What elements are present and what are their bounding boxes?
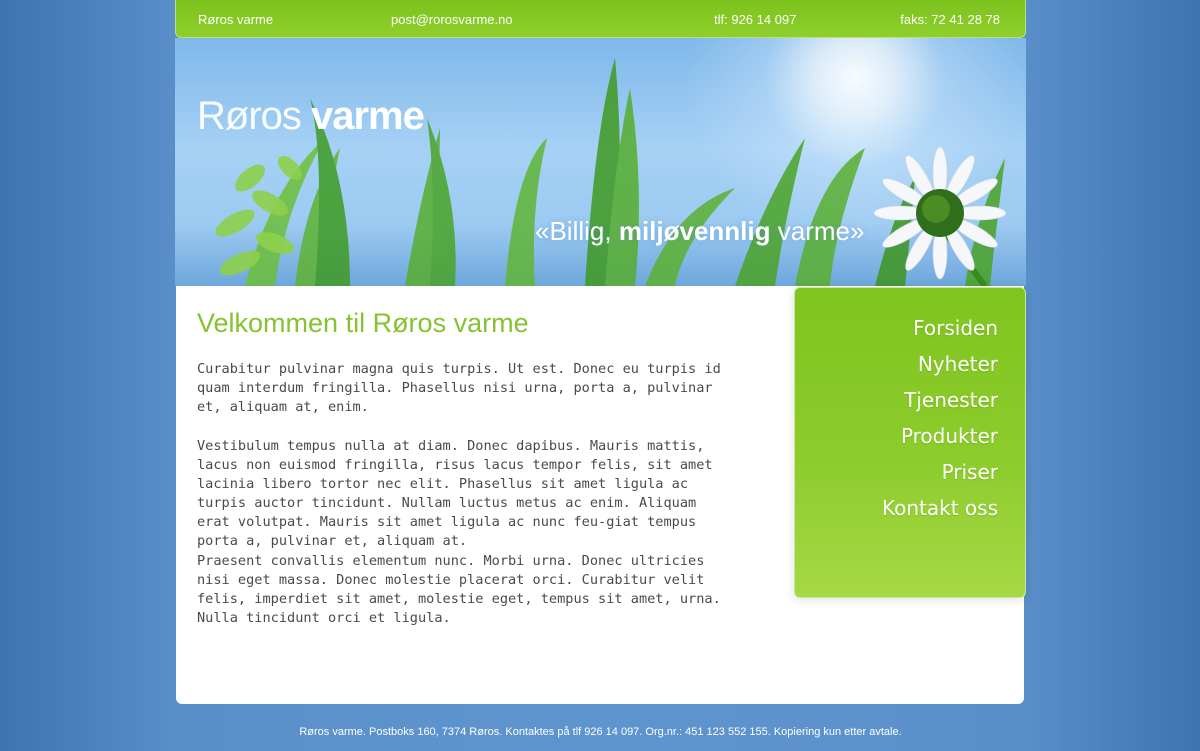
nav-item-priser[interactable]: Priser [942,460,998,484]
logo-text-light: Røros [197,94,311,138]
nav-item-forsiden[interactable]: Forsiden [913,316,998,340]
tagline-end: varme» [770,216,865,246]
fax-number: faks: 72 41 28 78 [900,12,1000,27]
contact-bar: Røros varme post@rorosvarme.no tlf: 926 … [175,0,1026,38]
nav-item-kontakt-oss[interactable]: Kontakt oss [882,496,998,520]
paragraph-3: Praesent convallis elementum nunc. Morbi… [197,553,721,626]
paragraph-2: Vestibulum tempus nulla at diam. Donec d… [197,438,713,549]
footer-text: Røros varme. Postboks 160, 7374 Røros. K… [299,726,902,738]
email-link[interactable]: post@rorosvarme.no [391,12,513,27]
tagline: «Billig, miljøvennlig varme» [535,216,864,247]
site-logo[interactable]: Røros varme [197,94,425,139]
logo-text-bold: varme [311,94,425,138]
nav-item-produkter[interactable]: Produkter [901,424,998,448]
page-title: Velkommen til Røros varme [197,308,529,338]
company-name: Røros varme [198,12,274,27]
main-navigation: Forsiden Nyheter Tjenester Produkter Pri… [794,287,1026,598]
tagline-bold: miljøvennlig [618,216,771,246]
tagline-start: «Billig, [535,216,619,246]
page-wrapper: Røros varme post@rorosvarme.no tlf: 926 … [175,0,1026,751]
header-banner: Røros varme «Billig, miljøvennlig varme» [175,38,1026,286]
nav-item-nyheter[interactable]: Nyheter [918,352,998,376]
paragraph-1: Curabitur pulvinar magna quis turpis. Ut… [197,361,721,415]
phone-number: tlf: 926 14 097 [714,12,797,27]
nav-item-tjenester[interactable]: Tjenester [904,388,998,412]
grass-and-flower-illustration [215,58,1007,286]
